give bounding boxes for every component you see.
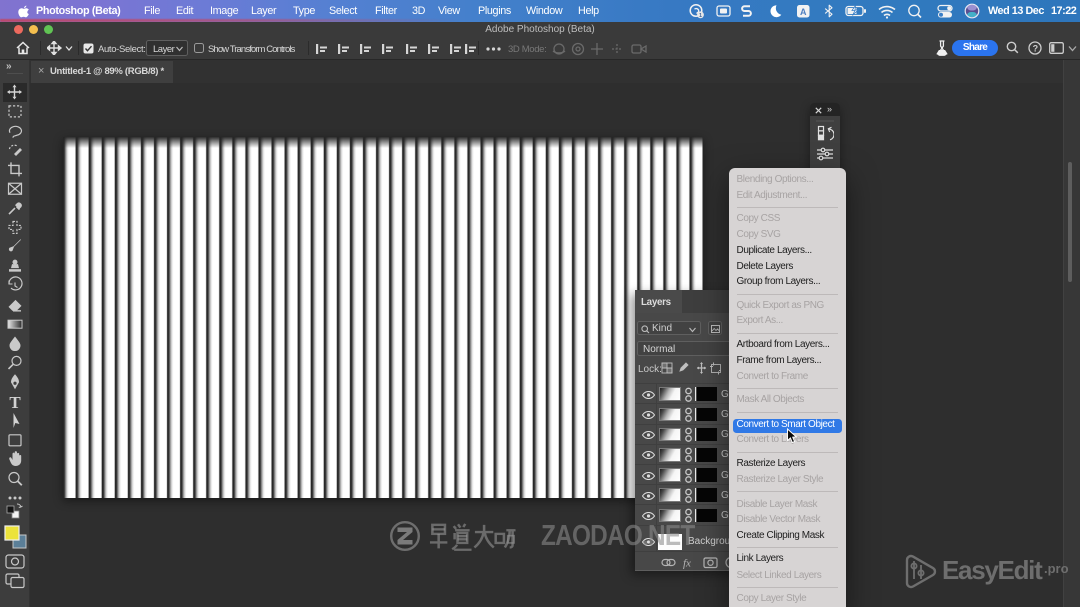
svg-text:A: A (800, 7, 807, 17)
svg-text:1: 1 (699, 13, 702, 19)
svg-text:T: T (9, 393, 21, 412)
svg-text:?: ? (1033, 43, 1038, 53)
svg-text:fx: fx (683, 558, 691, 570)
